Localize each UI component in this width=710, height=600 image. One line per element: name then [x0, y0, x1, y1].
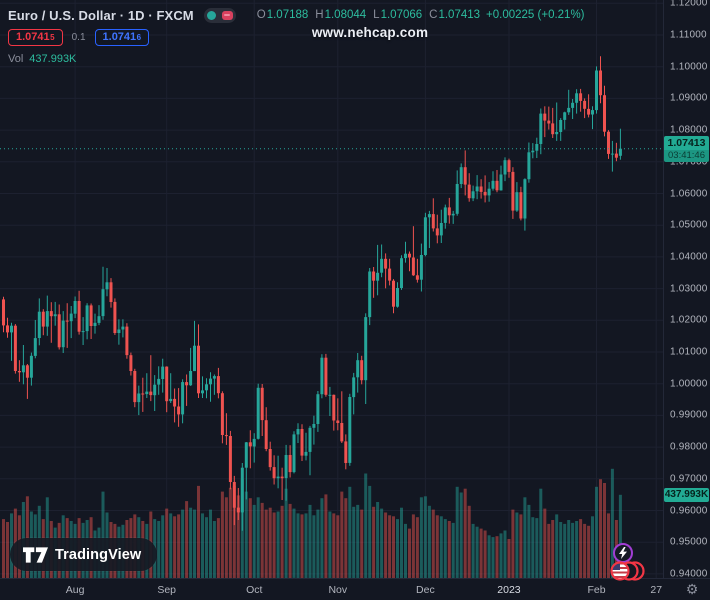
- bid-price: 1.0741: [16, 31, 50, 43]
- high-value: 1.08044: [324, 9, 367, 21]
- time-axis-label: Oct: [246, 583, 263, 596]
- time-axis-label: Sep: [157, 583, 177, 596]
- market-flag-icon: [221, 10, 233, 20]
- tradingview-logo[interactable]: TradingView: [10, 538, 158, 571]
- buy-ask-button[interactable]: 1.0741 6: [94, 29, 150, 46]
- bid-price-pip: 5: [50, 33, 55, 42]
- time-axis-label: 27: [650, 583, 663, 596]
- price-axis-label: 1.09000: [670, 92, 708, 104]
- price-axis-label: 1.00000: [670, 378, 708, 390]
- tradingview-logo-text: TradingView: [55, 546, 142, 563]
- tradingview-chart-window: 1.12000 1.11000 1.10000 1.09000 1.08000 1.070…: [0, 0, 710, 600]
- time-axis-label: Feb: [587, 583, 606, 596]
- last-price-value: 1.07413: [664, 135, 709, 150]
- price-axis-label: 1.06000: [670, 188, 708, 199]
- price-axis-label: 1.04000: [670, 251, 708, 263]
- ask-price: 1.0741: [102, 31, 137, 43]
- time-axis-label: Aug: [65, 583, 85, 596]
- grid-layer: [0, 0, 663, 578]
- high-label: H: [315, 9, 324, 21]
- candlestick-chart-canvas[interactable]: [0, 0, 663, 578]
- spread-value: 0.1: [71, 32, 86, 43]
- last-price-badge: 1.07413 03:41:46: [664, 135, 709, 162]
- lightning-bolt-glyph: [619, 547, 627, 559]
- price-axis-label: 1.01000: [670, 346, 708, 358]
- volume-label: Vol: [8, 53, 24, 65]
- economic-events-flag-icon[interactable]: [604, 560, 648, 582]
- open-value: 1.07188: [266, 9, 309, 21]
- price-axis-label: 0.96000: [670, 505, 708, 516]
- ask-price-pip: 6: [136, 33, 142, 42]
- open-label: O: [256, 9, 266, 21]
- ohlc-readout: O 1.07188 H 1.08044 L 1.07066 C 1.07413 +0.0…: [250, 9, 585, 21]
- market-status-toggle[interactable]: [203, 7, 236, 23]
- close-label: C: [429, 9, 438, 21]
- low-label: L: [373, 9, 380, 21]
- close-value: 1.07413: [438, 9, 481, 21]
- market-open-dot-icon: [206, 10, 216, 20]
- time-axis-label: Dec: [416, 583, 435, 596]
- chart-legend: Euro / U.S. Dollar · 1D · FXCM O 1.07188 …: [8, 6, 585, 65]
- price-axis-label: 0.99000: [670, 409, 708, 421]
- axis-settings-gear-icon[interactable]: ⚙: [676, 578, 708, 600]
- price-axis-label: 1.12000: [670, 0, 708, 9]
- price-axis-label: 1.02000: [670, 314, 708, 326]
- us-flag-icon: [610, 561, 630, 581]
- volume-value: 437.993K: [29, 53, 77, 65]
- volume-readout: Vol 437.993K: [8, 53, 585, 65]
- symbol-title[interactable]: Euro / U.S. Dollar · 1D · FXCM: [8, 8, 194, 23]
- sell-bid-button[interactable]: 1.0741 5: [8, 29, 63, 46]
- price-axis-label: 0.95000: [670, 536, 708, 548]
- time-axis-label: 2023: [497, 583, 521, 596]
- price-axis-label: 1.05000: [670, 219, 708, 231]
- price-axis-label: 1.08000: [670, 124, 708, 136]
- time-axis-label: Nov: [328, 583, 348, 596]
- candles-layer: [2, 56, 622, 531]
- volume-badge: 437.993K: [664, 487, 709, 502]
- tradingview-logo-icon: [23, 546, 48, 563]
- price-axis-label: 0.97000: [670, 473, 708, 485]
- price-axis-label: 0.98000: [670, 441, 708, 453]
- price-axis-label: 1.03000: [670, 283, 708, 295]
- price-axis-label: 1.11000: [670, 29, 707, 41]
- change-value: +0.00225 (+0.21%): [486, 9, 585, 21]
- bar-close-countdown: 03:41:46: [664, 149, 709, 162]
- low-value: 1.07066: [380, 9, 423, 21]
- price-axis-label: 1.10000: [670, 61, 708, 73]
